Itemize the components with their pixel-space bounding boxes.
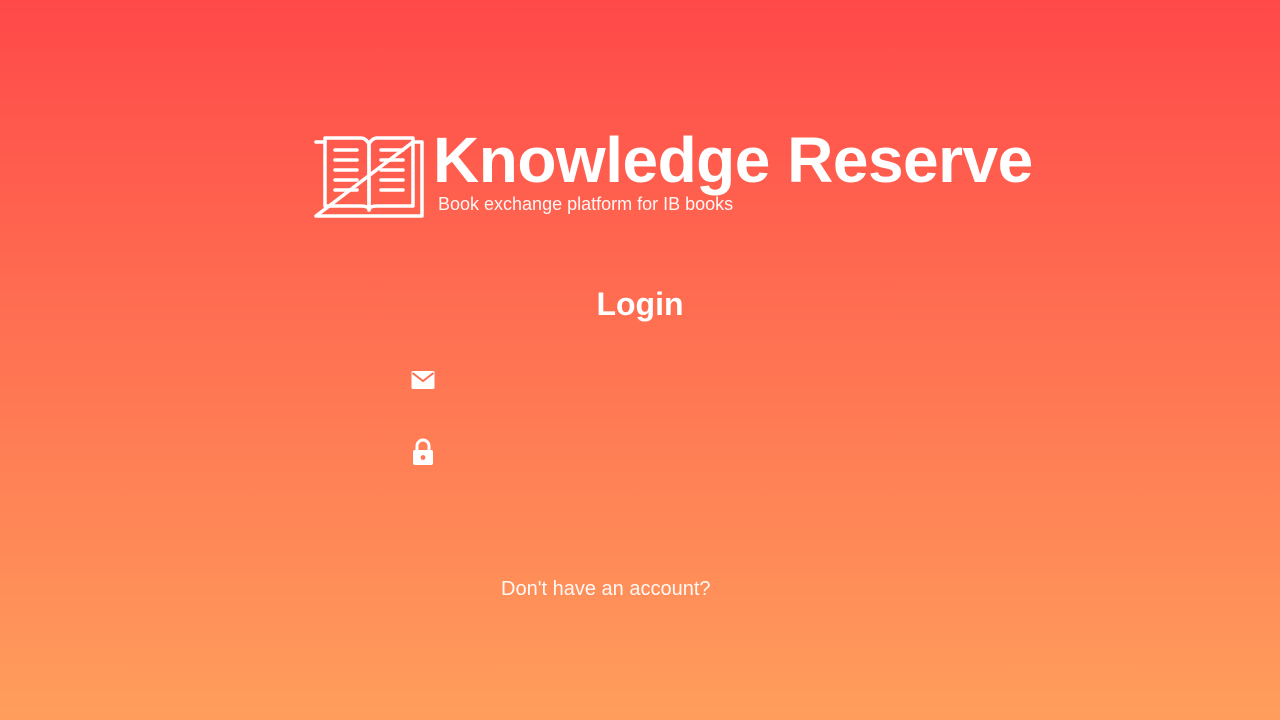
- signup-link[interactable]: Don't have an account?: [501, 578, 711, 601]
- open-book-icon: [313, 130, 425, 218]
- mail-icon: [405, 362, 441, 398]
- email-field-row: [405, 360, 875, 400]
- email-input[interactable]: [449, 361, 875, 399]
- password-field-row: [405, 432, 875, 472]
- brand-header: Knowledge Reserve Book exchange platform…: [313, 124, 1033, 223]
- app-title: Knowledge Reserve: [433, 124, 1033, 196]
- password-input[interactable]: [449, 433, 875, 471]
- login-heading: Login: [596, 286, 684, 322]
- app-subtitle: Book exchange platform for IB books: [438, 194, 734, 214]
- lock-icon: [405, 434, 441, 470]
